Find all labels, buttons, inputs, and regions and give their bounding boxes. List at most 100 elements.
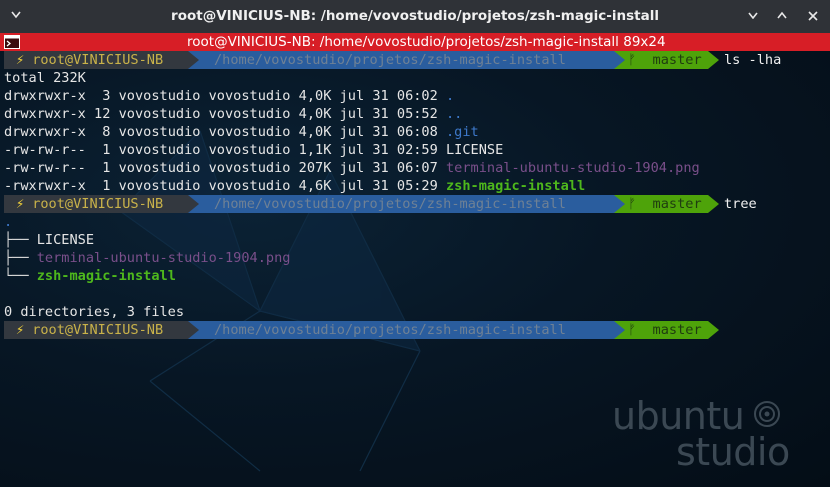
terminal-output: ⚡ root@VINICIUS-NB /home/vovostudio/proje… [4, 51, 830, 339]
ls-links: 1 [94, 142, 111, 158]
ls-size: 4,6K [298, 178, 332, 194]
prompt-user: root@VINICIUS-NB [32, 322, 164, 338]
ls-size: 207K [298, 160, 332, 176]
ls-size: 4,0K [298, 124, 332, 140]
prompt-separator-arrow [614, 321, 625, 339]
prompt-separator-arrow [708, 195, 719, 213]
ls-links: 12 [94, 106, 111, 122]
command-text: tree [724, 196, 757, 212]
tree-root: . [4, 214, 13, 230]
tree-filename: zsh-magic-install [36, 268, 176, 284]
shell-prompt: ⚡ root@VINICIUS-NB /home/vovostudio/proje… [4, 195, 830, 213]
tree-summary: 0 directories, 3 files [4, 304, 185, 320]
ls-group: vovostudio [208, 142, 291, 158]
pane-header-text: root@VINICIUS-NB: /home/vovostudio/proje… [187, 34, 666, 50]
prompt-user-segment: ⚡ root@VINICIUS-NB [4, 195, 188, 213]
git-branch-name: master [652, 52, 702, 68]
ls-filename: zsh-magic-install [446, 178, 586, 194]
ls-row: -rwxrwxr-x 1 vovostudio vovostudio 4,6K … [4, 177, 830, 195]
prompt-separator-arrow [188, 195, 199, 213]
ls-owner: vovostudio [118, 124, 201, 140]
ubuntu-studio-logo: ubuntu studio [612, 396, 822, 476]
ls-perms: -rw-rw-r-- [4, 142, 86, 158]
prompt-user: root@VINICIUS-NB [32, 196, 164, 212]
ls-links: 3 [94, 88, 111, 104]
ls-links: 1 [94, 178, 111, 194]
ls-date: jul 31 02:59 [339, 142, 438, 158]
ls-date: jul 31 06:02 [339, 88, 438, 104]
ls-total: total 232K [4, 70, 86, 86]
ls-filename: .git [446, 124, 479, 140]
ls-date: jul 31 05:29 [339, 178, 438, 194]
tree-item: └── zsh-magic-install [4, 267, 830, 285]
ls-owner: vovostudio [118, 142, 201, 158]
git-branch-icon: ᚠ [628, 196, 637, 212]
git-branch-icon: ᚠ [628, 52, 637, 68]
pane-status-header: root@VINICIUS-NB: /home/vovostudio/proje… [0, 33, 830, 51]
shell-prompt: ⚡ root@VINICIUS-NB /home/vovostudio/proje… [4, 321, 830, 339]
ls-perms: -rwxrwxr-x [4, 178, 86, 194]
ls-perms: drwxrwxr-x [4, 106, 86, 122]
prompt-separator-arrow [708, 321, 719, 339]
ls-row: drwxrwxr-x 8 vovostudio vovostudio 4,0K … [4, 123, 830, 141]
tree-branch: ├── [4, 250, 37, 266]
tree-filename: terminal-ubuntu-studio-1904.png [36, 250, 291, 266]
ls-filename: LICENSE [446, 142, 504, 158]
ls-size: 4,0K [298, 106, 332, 122]
ls-filename: . [446, 88, 455, 104]
ls-group: vovostudio [208, 178, 291, 194]
ls-row: drwxrwxr-x 3 vovostudio vovostudio 4,0K … [4, 87, 830, 105]
ls-links: 1 [94, 160, 111, 176]
bolt-icon: ⚡ [16, 322, 25, 338]
ls-filename: .. [446, 106, 463, 122]
git-branch-name: master [652, 196, 702, 212]
ubuntu-studio-swirl-icon [754, 401, 780, 427]
prompt-user: root@VINICIUS-NB [32, 52, 164, 68]
git-branch-icon: ᚠ [628, 322, 637, 338]
tree-item: ├── terminal-ubuntu-studio-1904.png [4, 249, 830, 267]
tree-item: ├── LICENSE [4, 231, 830, 249]
tree-listing: ├── LICENSE ├── terminal-ubuntu-studio-19… [4, 231, 830, 285]
git-branch-name: master [652, 322, 702, 338]
title-bar[interactable]: root@VINICIUS-NB: /home/vovostudio/proje… [0, 0, 830, 33]
prompt-path-segment: /home/vovostudio/projetos/zsh-magic-inst… [188, 51, 614, 69]
ls-row: -rw-rw-r-- 1 vovostudio vovostudio 1,1K … [4, 141, 830, 159]
prompt-separator-arrow [614, 51, 625, 69]
prompt-separator-arrow [188, 51, 199, 69]
command-text: ls -lha [724, 52, 782, 68]
prompt-separator-arrow [188, 321, 199, 339]
prompt-separator-arrow [614, 195, 625, 213]
prompt-git-segment: ᚠ master [614, 195, 708, 213]
ls-owner: vovostudio [118, 178, 201, 194]
close-icon[interactable] [803, 7, 823, 27]
ls-size: 4,0K [298, 88, 332, 104]
prompt-separator-arrow [708, 51, 719, 69]
ls-listing: drwxrwxr-x 3 vovostudio vovostudio 4,0K … [4, 87, 830, 195]
ls-group: vovostudio [208, 124, 291, 140]
prompt-git-segment: ᚠ master [614, 51, 708, 69]
ls-filename: terminal-ubuntu-studio-1904.png [446, 160, 700, 176]
tree-filename: LICENSE [36, 232, 95, 248]
minimize-icon[interactable] [743, 7, 763, 27]
bolt-icon: ⚡ [16, 196, 25, 212]
ls-size: 1,1K [298, 142, 332, 158]
tree-branch: └── [4, 268, 37, 284]
prompt-user-segment: ⚡ root@VINICIUS-NB [4, 321, 188, 339]
window-title: root@VINICIUS-NB: /home/vovostudio/proje… [171, 8, 659, 24]
ls-date: jul 31 06:07 [339, 160, 438, 176]
bolt-icon: ⚡ [16, 52, 25, 68]
ls-owner: vovostudio [118, 160, 201, 176]
prompt-path-segment: /home/vovostudio/projetos/zsh-magic-inst… [188, 321, 614, 339]
terminal-pane-icon[interactable] [4, 35, 20, 49]
ls-group: vovostudio [208, 106, 291, 122]
ls-links: 8 [94, 124, 111, 140]
ls-row: drwxrwxr-x 12 vovostudio vovostudio 4,0K… [4, 105, 830, 123]
ls-group: vovostudio [208, 88, 291, 104]
maximize-icon[interactable] [772, 7, 792, 27]
ls-owner: vovostudio [118, 106, 201, 122]
ls-date: jul 31 06:08 [339, 124, 438, 140]
prompt-user-segment: ⚡ root@VINICIUS-NB [4, 51, 188, 69]
terminal-area[interactable]: ubuntu studio ⚡ root@VINICIUS-NB /home/vo… [0, 51, 830, 487]
ls-owner: vovostudio [118, 88, 201, 104]
